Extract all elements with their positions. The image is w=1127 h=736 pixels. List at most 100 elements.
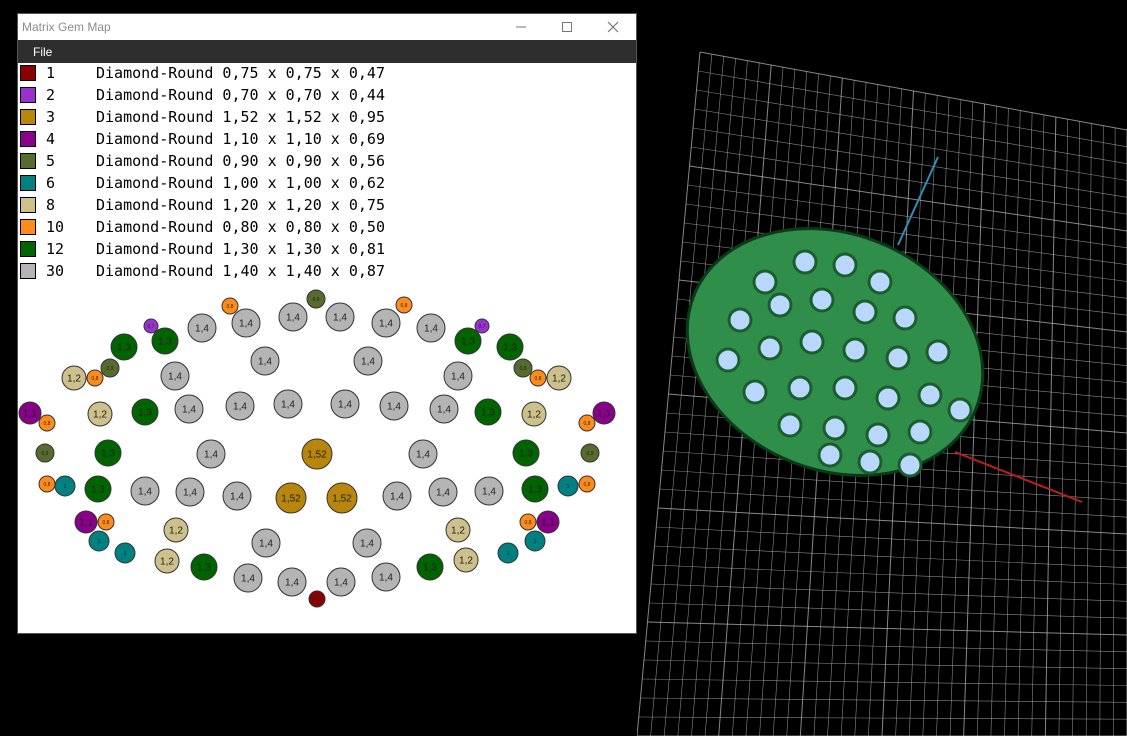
gem-marker[interactable]: 1,4: [175, 477, 205, 507]
legend-description: Diamond-Round 0,70 x 0,70 x 0,44: [96, 86, 385, 104]
gem-marker[interactable]: 1,2: [163, 517, 189, 543]
gem-marker[interactable]: 1,2: [445, 517, 471, 543]
gem-marker[interactable]: 1,4: [325, 302, 355, 332]
gem-marker[interactable]: 1,3: [496, 333, 524, 361]
gem-marker[interactable]: 1,4: [416, 313, 446, 343]
gem-marker[interactable]: 1,1: [74, 510, 98, 534]
gem-marker[interactable]: 1,4: [353, 346, 383, 376]
gem-marker[interactable]: 1,3: [110, 333, 138, 361]
gem-marker[interactable]: 1,2: [61, 365, 87, 391]
gem-marker[interactable]: 1,4: [225, 391, 255, 421]
legend-row: 30 Diamond-Round 1,40 x 1,40 x 0,87: [18, 261, 636, 283]
gem-marker[interactable]: 1: [54, 475, 76, 497]
gem-marker[interactable]: 0,9: [580, 443, 600, 463]
gem-marker[interactable]: 1,4: [371, 562, 401, 592]
gem-marker[interactable]: 1,1: [18, 401, 42, 425]
legend-description: Diamond-Round 1,40 x 1,40 x 0,87: [96, 262, 385, 280]
gem-marker[interactable]: 1: [497, 542, 519, 564]
gem-marker[interactable]: 1,3: [416, 553, 444, 581]
gem-marker[interactable]: 1,4: [231, 308, 261, 338]
gem-marker[interactable]: 1,2: [546, 365, 572, 391]
gem-marker[interactable]: 1,1: [536, 510, 560, 534]
menu-file[interactable]: File: [33, 45, 52, 59]
gem-marker[interactable]: 1,4: [273, 389, 303, 419]
gem-marker[interactable]: 0,8: [519, 513, 537, 531]
gem-marker[interactable]: 0,8: [395, 296, 413, 314]
legend-description: Diamond-Round 1,52 x 1,52 x 0,95: [96, 108, 385, 126]
gem-marker[interactable]: 0,9: [513, 358, 533, 378]
gem-marker[interactable]: 1,1: [592, 401, 616, 425]
gem-marker[interactable]: 1,4: [130, 476, 160, 506]
gem-marker[interactable]: 1,4: [408, 439, 438, 469]
gem-marker[interactable]: 1,4: [278, 302, 308, 332]
gem-marker[interactable]: 1,4: [352, 528, 382, 558]
gem-marker[interactable]: 1,4: [174, 394, 204, 424]
gem-marker[interactable]: 1,4: [160, 361, 190, 391]
close-button[interactable]: [590, 14, 636, 40]
gem-marker[interactable]: 1,3: [151, 327, 179, 355]
gem-marker[interactable]: 1: [88, 530, 110, 552]
legend-row: 8 Diamond-Round 1,20 x 1,20 x 0,75: [18, 195, 636, 217]
gem-marker[interactable]: 0,9: [35, 443, 55, 463]
gem-marker[interactable]: 1: [524, 530, 546, 552]
gem-marker[interactable]: 1,2: [87, 401, 113, 427]
title-bar[interactable]: Matrix Gem Map: [18, 14, 636, 40]
gem-marker[interactable]: 1,52: [275, 482, 307, 514]
gem-marker[interactable]: 1,4: [277, 567, 307, 597]
gem-marker[interactable]: 0,8: [578, 475, 596, 493]
gem-marker[interactable]: 1,4: [251, 528, 281, 558]
gem-marker[interactable]: 1,4: [474, 476, 504, 506]
gem-marker[interactable]: 0,8: [38, 475, 56, 493]
gem-marker[interactable]: 0,8: [38, 414, 56, 432]
stone: [875, 385, 901, 411]
stone: [842, 337, 868, 363]
gem-marker[interactable]: 1,4: [250, 346, 280, 376]
gem-marker[interactable]: 1: [114, 542, 136, 564]
gem-marker[interactable]: 1,3: [521, 475, 549, 503]
gem-marker[interactable]: 1,4: [187, 313, 217, 343]
gem-marker[interactable]: 1,3: [512, 439, 540, 467]
3d-viewport[interactable]: [637, 0, 1127, 736]
gem-marker[interactable]: 1,3: [84, 475, 112, 503]
gem-size-label: 1,4: [204, 450, 218, 461]
gem-marker[interactable]: 1,4: [326, 567, 356, 597]
gem-marker[interactable]: 0,8: [97, 513, 115, 531]
gem-marker[interactable]: 0,7: [474, 318, 490, 334]
gem-marker[interactable]: 1,2: [453, 547, 479, 573]
gem-marker[interactable]: 1,4: [330, 389, 360, 419]
gem-size-label: 1,3: [158, 337, 172, 348]
gem-marker[interactable]: 1,52: [301, 438, 333, 470]
gem-marker[interactable]: 0,8: [529, 369, 547, 387]
minimize-button[interactable]: [498, 14, 544, 40]
gem-marker[interactable]: 1,4: [379, 391, 409, 421]
gem-marker[interactable]: 0,75: [308, 590, 326, 608]
gem-layout-map: 1,4 0,8 1,4 0,9 1,4 1,4 0,8 1,4 1,4 0,7 1,3 1,3 0,7 1…: [18, 289, 616, 608]
gem-marker[interactable]: 0,8: [578, 414, 596, 432]
gem-marker[interactable]: 1,3: [190, 553, 218, 581]
gem-marker[interactable]: 1,4: [233, 563, 263, 593]
ring-model[interactable]: [650, 186, 1020, 519]
gem-marker[interactable]: 0,8: [86, 369, 104, 387]
gem-marker[interactable]: 0,8: [221, 297, 239, 315]
gem-marker[interactable]: 0,9: [306, 289, 326, 309]
gem-marker[interactable]: 1: [557, 475, 579, 497]
gem-size-label: 1: [98, 539, 101, 545]
gem-marker[interactable]: 1,3: [454, 327, 482, 355]
gem-marker[interactable]: 1,4: [222, 481, 252, 511]
gem-marker[interactable]: 0,7: [143, 318, 159, 334]
gem-marker[interactable]: 1,3: [94, 439, 122, 467]
gem-marker[interactable]: 1,52: [326, 482, 358, 514]
gem-marker[interactable]: 1,4: [429, 394, 459, 424]
gem-marker[interactable]: 1,4: [382, 481, 412, 511]
gem-marker[interactable]: 1,2: [521, 401, 547, 427]
gem-marker[interactable]: 1,3: [131, 398, 159, 426]
gem-marker[interactable]: 1,4: [371, 308, 401, 338]
gem-marker[interactable]: 1,4: [428, 477, 458, 507]
maximize-button[interactable]: [544, 14, 590, 40]
gem-marker[interactable]: 1,3: [474, 398, 502, 426]
gem-marker[interactable]: 1,2: [154, 548, 180, 574]
gem-marker[interactable]: 1,4: [196, 439, 226, 469]
legend-count: 12: [46, 240, 65, 258]
gem-marker[interactable]: 1,4: [443, 361, 473, 391]
gem-marker[interactable]: 0,9: [100, 358, 120, 378]
